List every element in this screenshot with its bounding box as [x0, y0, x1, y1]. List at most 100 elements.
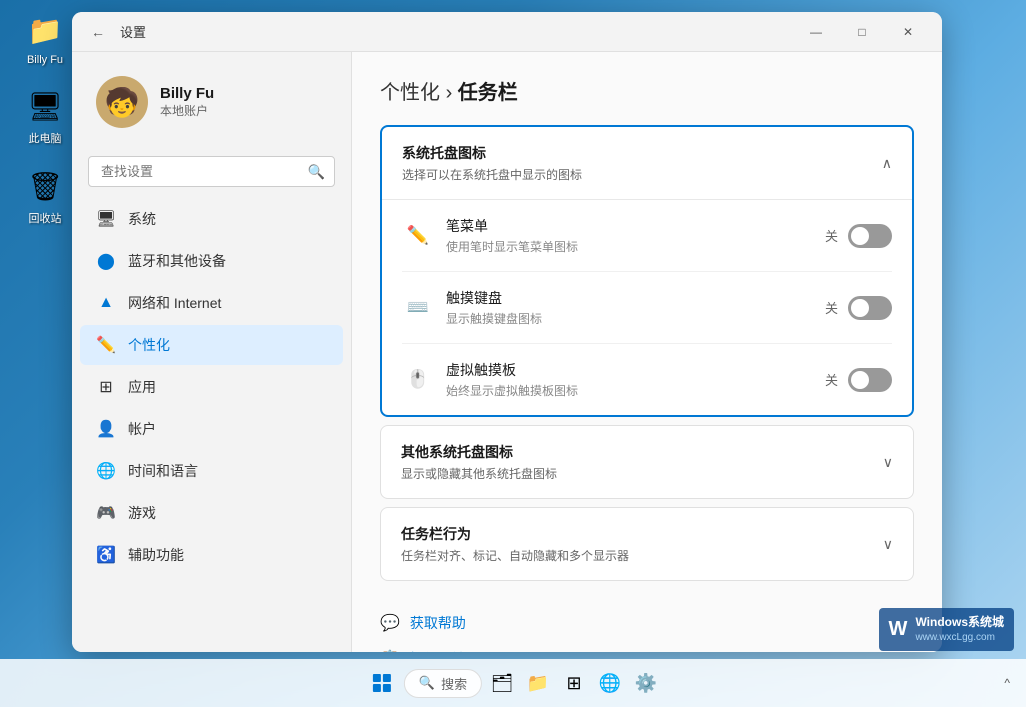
desktop-icon-label: Billy Fu: [27, 54, 63, 66]
taskbar-explorer-icon[interactable]: 🗂: [486, 667, 518, 699]
chevron-up-icon: ∧: [882, 155, 892, 172]
virtual-touchpad-control: 关: [825, 368, 892, 392]
taskbar-settings-icon[interactable]: ⚙️: [630, 667, 662, 699]
taskbar-grid-icon[interactable]: ⊞: [558, 667, 590, 699]
setting-row-info-kb: 触摸键盘 显示触摸键盘图标: [446, 288, 825, 327]
accordion-header-behavior[interactable]: 任务栏行为 任务栏对齐、标记、自动隐藏和多个显示器 ∨: [381, 508, 913, 580]
sidebar-item-personalize[interactable]: ✏️ 个性化: [80, 325, 343, 365]
nav-label-apps: 应用: [128, 377, 156, 397]
feedback-link[interactable]: 📋 提供反馈: [380, 641, 914, 652]
desktop-icon-label-recycle: 回收站: [29, 210, 62, 226]
start-sq-1: [373, 674, 381, 682]
sidebar-item-system[interactable]: 🖥 系统: [80, 199, 343, 239]
virtual-touchpad-knob: [851, 371, 869, 389]
computer-icon: 🖥: [25, 86, 65, 126]
pen-menu-toggle[interactable]: [848, 224, 892, 248]
sidebar-item-bluetooth[interactable]: ⬤ 蓝牙和其他设备: [80, 241, 343, 281]
watermark-url: www.wxcLgg.com: [915, 631, 1004, 645]
breadcrumb: 个性化 › 任务栏: [380, 76, 914, 105]
chevron-down-icon-2: ∨: [883, 536, 893, 553]
taskbar-edge-icon[interactable]: 🌐: [594, 667, 626, 699]
watermark-logo: W: [889, 618, 908, 641]
back-button[interactable]: ←: [84, 18, 112, 46]
settings-sidebar: 🧒 Billy Fu 本地账户 🔍 🖥 系统 ⬤ 蓝牙和其他设备: [72, 52, 352, 652]
maximize-button[interactable]: □: [840, 16, 884, 48]
desktop-icon-user[interactable]: 📁 Billy Fu: [10, 10, 80, 66]
settings-body: 🧒 Billy Fu 本地账户 🔍 🖥 系统 ⬤ 蓝牙和其他设备: [72, 52, 942, 652]
start-button[interactable]: [364, 665, 400, 701]
touch-keyboard-control: 关: [825, 296, 892, 320]
chevron-down-icon-1: ∨: [883, 454, 893, 471]
settings-main: 个性化 › 任务栏 系统托盘图标 选择可以在系统托盘中显示的图标 ∧: [352, 52, 942, 652]
taskbar-center: 🔍 搜索 🗂 📁 ⊞ 🌐 ⚙️: [364, 665, 662, 701]
taskbar-behavior-title: 任务栏行为: [401, 524, 883, 544]
search-input[interactable]: [88, 156, 335, 187]
taskbar-behavior-subtitle: 任务栏对齐、标记、自动隐藏和多个显示器: [401, 547, 883, 564]
virtual-touchpad-title: 虚拟触摸板: [446, 360, 825, 380]
sidebar-item-network[interactable]: ▲ 网络和 Internet: [80, 283, 343, 323]
personalize-icon: ✏️: [96, 335, 116, 355]
sidebar-item-gaming[interactable]: 🎮 游戏: [80, 493, 343, 533]
nav-label-network: 网络和 Internet: [128, 293, 221, 313]
breadcrumb-separator: ›: [446, 82, 458, 104]
folder-icon: 📁: [25, 10, 65, 50]
start-sq-2: [383, 674, 391, 682]
close-button[interactable]: ✕: [886, 16, 930, 48]
start-sq-4: [383, 684, 391, 692]
accordion-header-other-tray[interactable]: 其他系统托盘图标 显示或隐藏其他系统托盘图标 ∨: [381, 426, 913, 498]
pen-menu-toggle-label: 关: [825, 226, 838, 245]
breadcrumb-current: 任务栏: [458, 82, 518, 104]
sidebar-item-time-language[interactable]: 🌐 时间和语言: [80, 451, 343, 491]
accordion-header-system-tray[interactable]: 系统托盘图标 选择可以在系统托盘中显示的图标 ∧: [382, 127, 912, 199]
gaming-icon: 🎮: [96, 503, 116, 523]
user-subtitle: 本地账户: [160, 102, 327, 119]
nav-label-system: 系统: [128, 209, 156, 229]
user-info: Billy Fu 本地账户: [160, 85, 327, 119]
user-avatar: 🧒: [96, 76, 148, 128]
taskbar-search-label: 搜索: [441, 674, 467, 693]
sidebar-item-accessibility[interactable]: ♿ 辅助功能: [80, 535, 343, 575]
search-icon: 🔍: [308, 163, 325, 180]
taskbar-search[interactable]: 🔍 搜索: [404, 669, 482, 698]
minimize-button[interactable]: —: [794, 16, 838, 48]
sidebar-item-accounts[interactable]: 👤 帐户: [80, 409, 343, 449]
pen-menu-subtitle: 使用笔时显示笔菜单图标: [446, 238, 825, 255]
touch-keyboard-title: 触摸键盘: [446, 288, 825, 308]
system-icon: 🖥: [96, 209, 116, 229]
desktop-icon-label-computer: 此电脑: [29, 130, 62, 146]
start-icon: [373, 674, 391, 692]
pen-menu-title: 笔菜单: [446, 216, 825, 236]
bluetooth-icon: ⬤: [96, 251, 116, 271]
desktop-icon-computer[interactable]: 🖥 此电脑: [10, 86, 80, 146]
feedback-label: 提供反馈: [410, 649, 466, 652]
sidebar-item-apps[interactable]: ⊞ 应用: [80, 367, 343, 407]
nav-label-accessibility: 辅助功能: [128, 545, 184, 565]
window-title: 设置: [120, 22, 146, 41]
watermark: W Windows系统城 www.wxcLgg.com: [879, 608, 1014, 651]
desktop-icon-recycle[interactable]: 🗑 回收站: [10, 166, 80, 226]
other-tray-subtitle: 显示或隐藏其他系统托盘图标: [401, 465, 883, 482]
title-bar: ← 设置 — □ ✕: [72, 12, 942, 52]
nav-label-personalize: 个性化: [128, 335, 170, 355]
touch-keyboard-knob: [851, 299, 869, 317]
setting-row-info-tp: 虚拟触摸板 始终显示虚拟触摸板图标: [446, 360, 825, 399]
get-help-label: 获取帮助: [410, 613, 466, 633]
accordion-title-group-3: 任务栏行为 任务栏对齐、标记、自动隐藏和多个显示器: [401, 524, 883, 564]
touch-keyboard-icon: ⌨️: [402, 292, 434, 324]
user-section[interactable]: 🧒 Billy Fu 本地账户: [80, 64, 343, 148]
time-icon: 🌐: [96, 461, 116, 481]
touch-keyboard-toggle[interactable]: [848, 296, 892, 320]
taskbar-overflow-chevron[interactable]: ^: [1000, 672, 1014, 694]
taskbar: 🔍 搜索 🗂 📁 ⊞ 🌐 ⚙️ ^: [0, 659, 1026, 707]
taskbar-folder-icon[interactable]: 📁: [522, 667, 554, 699]
nav-label-bluetooth: 蓝牙和其他设备: [128, 251, 226, 271]
section-other-tray: 其他系统托盘图标 显示或隐藏其他系统托盘图标 ∨: [380, 425, 914, 499]
get-help-link[interactable]: 💬 获取帮助: [380, 605, 914, 641]
pen-menu-icon: ✏️: [402, 220, 434, 252]
setting-row-touch-keyboard: ⌨️ 触摸键盘 显示触摸键盘图标 关: [402, 272, 892, 344]
virtual-touchpad-toggle[interactable]: [848, 368, 892, 392]
accounts-icon: 👤: [96, 419, 116, 439]
other-tray-title: 其他系统托盘图标: [401, 442, 883, 462]
accordion-title-group: 系统托盘图标 选择可以在系统托盘中显示的图标: [402, 143, 882, 183]
virtual-touchpad-toggle-label: 关: [825, 370, 838, 389]
